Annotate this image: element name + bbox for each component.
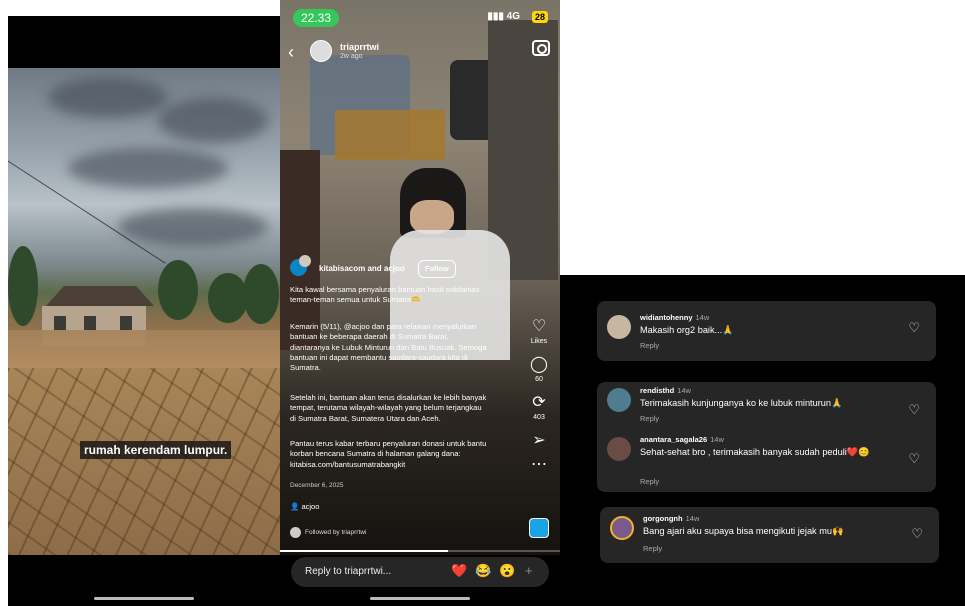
comment-icon[interactable]: ◯ xyxy=(527,354,551,376)
reaction-laugh[interactable]: 😂 xyxy=(475,563,491,579)
heart-icon[interactable]: ♡ xyxy=(527,316,551,338)
cracked-mud xyxy=(8,368,280,555)
coauthor-avatar-2[interactable] xyxy=(299,255,311,267)
story-progress xyxy=(280,550,560,552)
coauthor-row: kitabisacom and acjoo Follow xyxy=(290,255,520,279)
likes-label: Likes xyxy=(530,338,548,345)
video-subtitle: rumah kerendam lumpur. xyxy=(80,441,232,459)
home-indicator[interactable] xyxy=(370,597,470,600)
action-rail: ♡ Likes ◯ 60 ⟳ 403 ➢ ⋯ xyxy=(527,316,551,476)
heart-icon[interactable]: ♡ xyxy=(908,320,920,336)
home-indicator[interactable] xyxy=(94,597,194,600)
screenshot-collage: rumah kerendam lumpur. 22.33 ▮▮▮ 4G 28 ‹… xyxy=(0,0,965,606)
battery-indicator: 28 xyxy=(531,11,548,23)
status-bar: 22.33 ▮▮▮ 4G 28 xyxy=(280,0,560,30)
heart-icon[interactable]: ♡ xyxy=(908,402,920,418)
repost-icon[interactable]: ⟳ xyxy=(527,392,551,414)
source-thumbnail[interactable] xyxy=(529,518,549,538)
comment-text: Bang ajari aku supaya bisa mengikuti jej… xyxy=(643,526,844,536)
comment-text: Sehat-sehat bro , terimakasih banyak sud… xyxy=(640,447,870,457)
comment-count: 60 xyxy=(535,376,543,383)
username[interactable]: triaprrtwi xyxy=(340,42,379,52)
avatar[interactable] xyxy=(607,437,631,461)
reply-link[interactable]: Reply xyxy=(640,477,659,486)
comment-card: rendisthd 14w Terimakasih kunjunganya ko … xyxy=(597,382,936,492)
follower-avatar xyxy=(290,527,301,538)
avatar[interactable] xyxy=(607,315,631,339)
comment-author[interactable]: gorgongnh 14w xyxy=(643,514,699,523)
coauthor-names[interactable]: kitabisacom and acjoo xyxy=(319,264,405,274)
caption-paragraph-1: Kita kawal bersama penyaluran bantuan ha… xyxy=(290,285,480,305)
send-icon[interactable]: ➢ xyxy=(527,430,551,452)
comment-card: gorgongnh 14w Bang ajari aku supaya bisa … xyxy=(600,507,939,563)
caption-paragraph-4: Pantau terus kabar terbaru penyaluran do… xyxy=(290,439,487,469)
comments-panel: widiantohenny 14w Makasih org2 baik...🙏 R… xyxy=(560,275,965,606)
collaborator-tag[interactable]: 👤 acjoo xyxy=(290,502,319,512)
reply-bar[interactable]: Reply to triaprrtwi... ❤️ 😂 😮 + xyxy=(291,557,549,587)
more-icon[interactable]: ⋯ xyxy=(527,454,551,476)
comment-author[interactable]: rendisthd 14w xyxy=(640,386,691,395)
avatar[interactable] xyxy=(610,516,634,540)
comment-text: Makasih org2 baik...🙏 xyxy=(640,325,734,335)
reply-link[interactable]: Reply xyxy=(640,414,659,423)
post-date: December 6, 2025 xyxy=(290,482,344,489)
follow-button[interactable]: Follow xyxy=(418,260,456,279)
comment-card: widiantohenny 14w Makasih org2 baik...🙏 R… xyxy=(597,301,936,361)
clock: 22.33 xyxy=(293,9,340,27)
post-age: 2w ago xyxy=(340,53,363,60)
comment-author[interactable]: anantara_sagala26 14w xyxy=(640,435,724,444)
reply-link[interactable]: Reply xyxy=(643,544,662,553)
heart-icon[interactable]: ♡ xyxy=(908,451,920,467)
reply-link[interactable]: Reply xyxy=(640,341,659,350)
comment-author[interactable]: widiantohenny 14w xyxy=(640,313,709,322)
reaction-wow[interactable]: 😮 xyxy=(499,563,515,579)
signal-indicator: ▮▮▮ 4G xyxy=(487,11,520,22)
repost-count: 403 xyxy=(533,414,545,421)
story-progress-fill xyxy=(280,550,448,552)
heart-icon[interactable]: ♡ xyxy=(911,526,923,542)
story-panel: 22.33 ▮▮▮ 4G 28 ‹ triaprrtwi 2w ago kita… xyxy=(280,0,560,606)
followed-by[interactable]: Followed by triaprrtwi xyxy=(290,527,366,539)
flood-video-frame xyxy=(8,68,280,555)
flood-video-panel[interactable]: rumah kerendam lumpur. xyxy=(8,16,280,606)
caption-paragraph-3: Setelah ini, bantuan akan terus disalurk… xyxy=(290,393,487,423)
reaction-heart[interactable]: ❤️ xyxy=(451,563,467,579)
add-reaction-icon[interactable]: + xyxy=(525,563,533,578)
camera-icon[interactable] xyxy=(532,40,550,56)
caption-paragraph-2: Kemarin (5/11), @acjoo dan para relawan … xyxy=(290,322,487,373)
back-icon[interactable]: ‹ xyxy=(288,42,294,63)
comment-text: Terimakasih kunjunganya ko ke lubuk mint… xyxy=(640,398,843,408)
story-header: ‹ triaprrtwi 2w ago xyxy=(288,38,552,68)
avatar[interactable] xyxy=(310,40,332,62)
avatar[interactable] xyxy=(607,388,631,412)
reply-input[interactable]: Reply to triaprrtwi... xyxy=(305,566,391,577)
